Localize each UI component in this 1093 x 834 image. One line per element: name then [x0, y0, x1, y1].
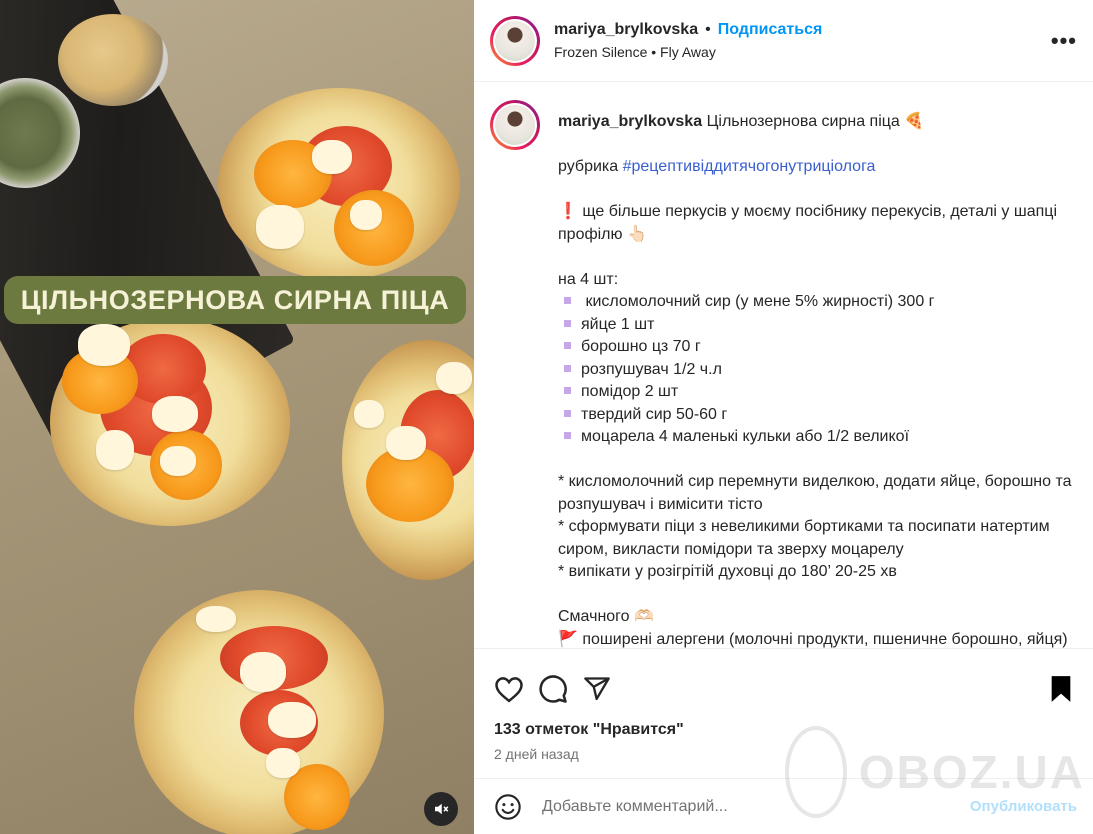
actions-section: 133 отметок "Нравится" 2 дней назад [474, 648, 1093, 778]
list-item: твердий сир 50-60 г [558, 404, 1073, 427]
mozzarella [240, 652, 286, 692]
hashtag-link[interactable]: #рецептивiддитячогонутриціолога [623, 158, 876, 175]
post-timestamp[interactable]: 2 дней назад [474, 739, 1093, 762]
list-item: борошно цз 70 г [558, 336, 1073, 359]
mozzarella [256, 205, 304, 249]
step-1: * кисломолочний сир перемнути виделкою, … [558, 473, 1072, 513]
post-comment-button[interactable]: Опубликовать [970, 798, 1077, 815]
caption-title: Цільнозернова сирна піца 🍕 [706, 113, 925, 130]
heart-icon [495, 677, 523, 703]
header-username[interactable]: mariya_brylkovska [554, 21, 698, 39]
mozzarella [196, 606, 236, 632]
share-button[interactable] [582, 675, 612, 703]
share-icon [584, 677, 610, 701]
smiley-icon [495, 793, 521, 820]
caption-scroll-area[interactable]: mariya_brylkovska Цільнозернова сирна пі… [474, 82, 1093, 648]
mozzarella [350, 200, 382, 230]
mute-button[interactable] [424, 792, 458, 826]
allergens-text: 🚩 поширені алергени (молочні продукти, п… [558, 630, 1068, 648]
post-header: mariya_brylkovska • Подписаться Frozen S… [474, 0, 1093, 82]
post-panel: mariya_brylkovska • Подписаться Frozen S… [474, 0, 1093, 834]
list-item: моцарела 4 маленькі кульки або 1/2 велик… [558, 426, 1073, 449]
avatar-image [495, 20, 535, 61]
comment-button[interactable] [538, 674, 568, 704]
mozzarella [436, 362, 472, 394]
caption-username[interactable]: mariya_brylkovska [558, 113, 702, 130]
list-item: кисломолочний сир (у мене 5% жирності) 3… [558, 291, 1073, 314]
list-item: розпушувач 1/2 ч.л [558, 359, 1073, 382]
list-item: помідор 2 шт [558, 381, 1073, 404]
list-item: яйце 1 шт [558, 314, 1073, 337]
mozzarella [78, 324, 130, 366]
caption-avatar[interactable] [490, 100, 540, 150]
mozzarella [160, 446, 196, 476]
mozzarella [312, 140, 352, 174]
likes-count[interactable]: 133 отметок "Нравится" [474, 713, 1093, 739]
step-2: * сформувати піци з невеликими бортиками… [558, 518, 1050, 558]
mozzarella [152, 396, 198, 432]
more-options-button[interactable]: ••• [1051, 28, 1077, 54]
save-button[interactable] [1049, 675, 1073, 703]
rubric-label: рубрика [558, 158, 619, 175]
follow-button[interactable]: Подписаться [718, 21, 823, 39]
recipe-title-banner: ЦІЛЬНОЗЕРНОВА СИРНА ПІЦА [4, 276, 466, 324]
mozzarella [266, 748, 300, 778]
mozzarella [354, 400, 384, 428]
comment-input[interactable] [542, 797, 970, 816]
bookmark-icon [1051, 676, 1071, 702]
comment-bar: Опубликовать [474, 778, 1093, 834]
separator-dot: • [705, 21, 711, 38]
avatar[interactable] [490, 15, 540, 66]
caption-body: mariya_brylkovska Цільнозернова сирна пі… [558, 100, 1073, 648]
speaker-muted-icon [435, 803, 449, 815]
mozzarella [386, 426, 426, 460]
post-media[interactable]: ЦІЛЬНОЗЕРНОВА СИРНА ПІЦА [0, 0, 474, 834]
step-3: * випікати у розігрітій духовці до 180’ … [558, 563, 897, 580]
avatar-image [495, 105, 535, 145]
emoji-button[interactable] [494, 793, 522, 821]
promo-text: ❗ ще більше перкусів у моєму посібнику п… [558, 203, 1057, 243]
audio-track[interactable]: Frozen Silence • Fly Away [554, 44, 1051, 60]
caption: mariya_brylkovska Цільнозернова сирна пі… [490, 100, 1077, 648]
banner-text: ЦІЛЬНОЗЕРНОВА СИРНА ПІЦА [20, 284, 450, 315]
bowl-of-peas [58, 14, 168, 106]
ingredient-list: кисломолочний сир (у мене 5% жирності) 3… [558, 291, 1073, 449]
mozzarella [268, 702, 316, 738]
mozzarella [96, 430, 134, 470]
like-button[interactable] [494, 675, 524, 703]
comment-icon [539, 675, 567, 703]
closing-text: Смачного 🫶🏻 [558, 608, 654, 625]
servings-text: на 4 шт: [558, 270, 619, 288]
